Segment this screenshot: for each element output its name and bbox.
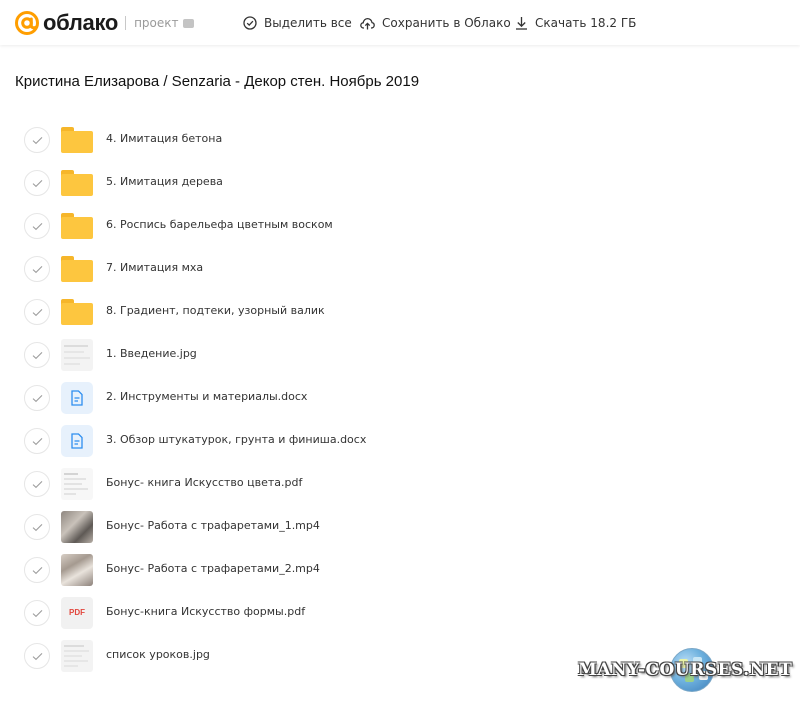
list-item[interactable]: Бонус- Работа с трафаретами_2.mp4 bbox=[0, 547, 800, 590]
file-name[interactable]: 1. Введение.jpg bbox=[106, 347, 197, 360]
list-item[interactable]: 5. Имитация дерева bbox=[0, 160, 800, 203]
select-checkbox[interactable] bbox=[24, 256, 50, 282]
pdf-preview-thumbnail bbox=[61, 468, 93, 500]
file-name[interactable]: 3. Обзор штукатурок, грунта и финиша.doc… bbox=[106, 433, 366, 446]
folder-icon bbox=[61, 124, 93, 156]
check-icon bbox=[32, 610, 43, 618]
logo[interactable]: облако проект bbox=[14, 10, 194, 36]
top-bar: облако проект Выделить все Сохранить в О… bbox=[0, 0, 800, 45]
image-thumbnail bbox=[61, 339, 93, 371]
check-icon bbox=[32, 653, 43, 661]
save-to-cloud-label: Сохранить в Облако bbox=[382, 16, 511, 30]
image-thumbnail bbox=[61, 640, 93, 672]
file-name[interactable]: Бонус- Работа с трафаретами_1.mp4 bbox=[106, 519, 320, 532]
select-checkbox[interactable] bbox=[24, 428, 50, 454]
at-sign-icon bbox=[15, 11, 39, 35]
file-name[interactable]: 2. Инструменты и материалы.docx bbox=[106, 390, 307, 403]
list-item[interactable]: 7. Имитация мха bbox=[0, 246, 800, 289]
download-button[interactable]: Скачать 18.2 ГБ bbox=[515, 13, 636, 33]
select-checkbox[interactable] bbox=[24, 643, 50, 669]
select-all-button[interactable]: Выделить все bbox=[243, 13, 352, 33]
list-item[interactable]: 6. Роспись барельефа цветным воском bbox=[0, 203, 800, 246]
docx-file-icon bbox=[61, 382, 93, 414]
logo-text: облако bbox=[43, 10, 119, 35]
list-item[interactable]: Бонус- Работа с трафаретами_1.mp4 bbox=[0, 504, 800, 547]
select-checkbox[interactable] bbox=[24, 299, 50, 325]
check-icon bbox=[32, 137, 43, 145]
file-name[interactable]: 5. Имитация дерева bbox=[106, 175, 223, 188]
check-icon bbox=[32, 395, 43, 403]
check-icon bbox=[32, 481, 43, 489]
check-icon bbox=[32, 352, 43, 360]
file-name[interactable]: Бонус- Работа с трафаретами_2.mp4 bbox=[106, 562, 320, 575]
file-list: 4. Имитация бетона 5. Имитация дерева 6.… bbox=[0, 117, 800, 676]
select-checkbox[interactable] bbox=[24, 127, 50, 153]
save-to-cloud-button[interactable]: Сохранить в Облако bbox=[360, 13, 511, 33]
watermark: MANY-COURSES.NET bbox=[578, 648, 792, 694]
check-icon bbox=[32, 180, 43, 188]
check-icon bbox=[32, 438, 43, 446]
select-all-label: Выделить все bbox=[264, 16, 352, 30]
download-label: Скачать 18.2 ГБ bbox=[535, 16, 637, 30]
logo-divider bbox=[125, 16, 127, 30]
list-item[interactable]: 8. Градиент, подтеки, узорный валик bbox=[0, 289, 800, 332]
folder-icon bbox=[61, 296, 93, 328]
file-name[interactable]: Бонус-книга Искусство формы.pdf bbox=[106, 605, 305, 618]
check-icon bbox=[32, 567, 43, 575]
watermark-text: MANY-COURSES.NET bbox=[578, 660, 793, 680]
check-icon bbox=[32, 309, 43, 317]
file-name[interactable]: список уроков.jpg bbox=[106, 648, 210, 661]
video-thumbnail bbox=[61, 511, 93, 543]
select-checkbox[interactable] bbox=[24, 385, 50, 411]
video-thumbnail bbox=[61, 554, 93, 586]
pdf-file-icon: PDF bbox=[61, 597, 93, 629]
check-icon bbox=[32, 223, 43, 231]
page-title: Кристина Елизарова / Senzaria - Декор ст… bbox=[15, 73, 420, 90]
vk-badge-icon bbox=[182, 18, 194, 28]
folder-icon bbox=[61, 210, 93, 242]
list-item[interactable]: Бонус- книга Искусство цвета.pdf bbox=[0, 461, 800, 504]
select-checkbox[interactable] bbox=[24, 514, 50, 540]
check-icon bbox=[32, 524, 43, 532]
list-item[interactable]: 3. Обзор штукатурок, грунта и финиша.doc… bbox=[0, 418, 800, 461]
file-name[interactable]: 8. Градиент, подтеки, узорный валик bbox=[106, 304, 325, 317]
select-checkbox[interactable] bbox=[24, 471, 50, 497]
project-label: проект bbox=[134, 16, 179, 30]
select-checkbox[interactable] bbox=[24, 557, 50, 583]
select-checkbox[interactable] bbox=[24, 342, 50, 368]
check-icon bbox=[32, 266, 43, 274]
docx-file-icon bbox=[61, 425, 93, 457]
file-name[interactable]: 6. Роспись барельефа цветным воском bbox=[106, 218, 333, 231]
file-name[interactable]: 7. Имитация мха bbox=[106, 261, 203, 274]
select-checkbox[interactable] bbox=[24, 600, 50, 626]
cloud-upload-icon bbox=[360, 17, 375, 29]
download-icon bbox=[516, 17, 527, 30]
list-item[interactable]: 2. Инструменты и материалы.docx bbox=[0, 375, 800, 418]
folder-icon bbox=[61, 253, 93, 285]
check-circle-icon bbox=[243, 16, 257, 30]
file-name[interactable]: Бонус- книга Искусство цвета.pdf bbox=[106, 476, 302, 489]
list-item[interactable]: 1. Введение.jpg bbox=[0, 332, 800, 375]
list-item[interactable]: PDF Бонус-книга Искусство формы.pdf bbox=[0, 590, 800, 633]
list-item[interactable]: 4. Имитация бетона bbox=[0, 117, 800, 160]
folder-icon bbox=[61, 167, 93, 199]
select-checkbox[interactable] bbox=[24, 170, 50, 196]
select-checkbox[interactable] bbox=[24, 213, 50, 239]
file-name[interactable]: 4. Имитация бетона bbox=[106, 132, 222, 145]
